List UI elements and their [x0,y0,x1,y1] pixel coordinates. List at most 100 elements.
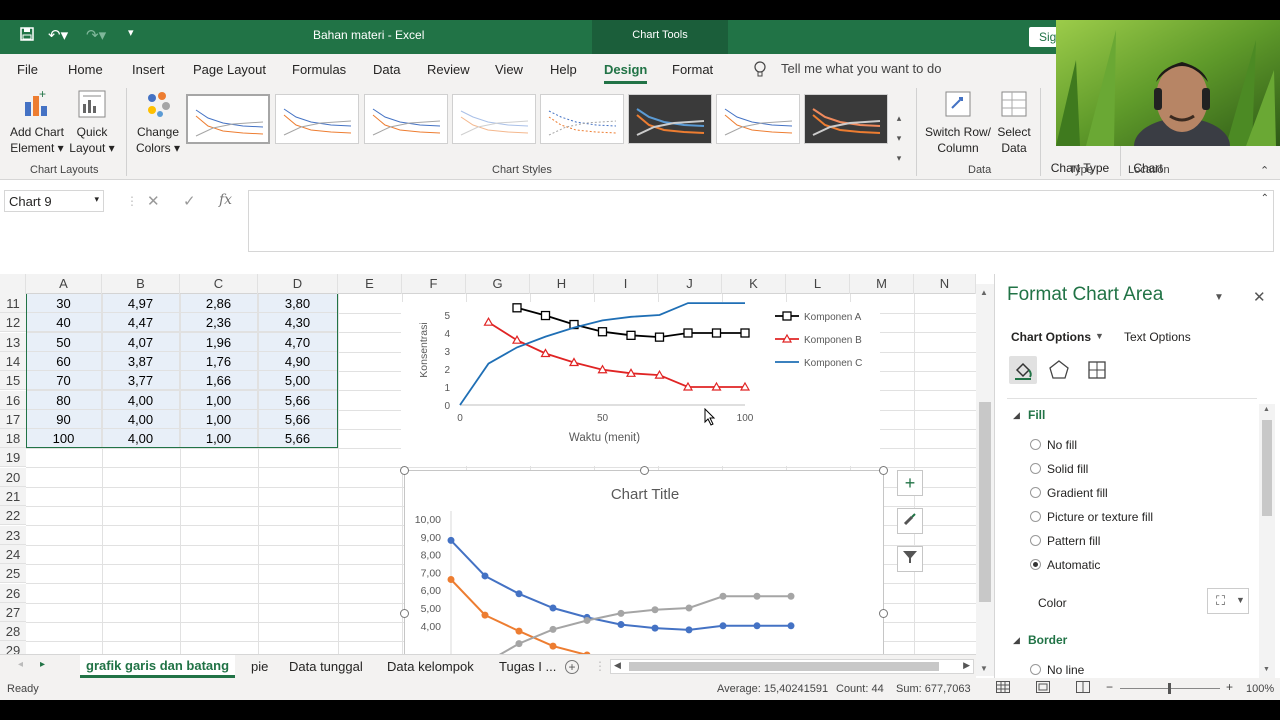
row-header[interactable]: 29 [0,641,26,654]
select-all-corner[interactable] [0,274,26,294]
chart-style-thumbnail[interactable] [716,94,800,144]
column-header-g[interactable]: G [466,274,530,294]
column-header-n[interactable]: N [914,274,976,294]
column-header-b[interactable]: B [102,274,180,294]
row-header[interactable]: 27 [0,602,26,622]
column-header-h[interactable]: H [530,274,594,294]
select-data-button[interactable]: Select Data [994,88,1034,156]
scroll-up-icon[interactable]: ▲ [980,288,988,297]
pane-scrollbar[interactable]: ▲ ▼ [1259,404,1275,678]
tab-data[interactable]: Data [373,62,400,77]
row-header[interactable]: 13 [0,332,26,352]
color-picker-button[interactable]: ⛶ ▼ [1207,588,1249,614]
resize-handle[interactable] [879,466,888,475]
column-header-l[interactable]: L [786,274,850,294]
tab-page-layout[interactable]: Page Layout [193,62,266,77]
effects-tab[interactable] [1047,358,1071,385]
radio-solid-fill[interactable] [1030,463,1041,474]
chart-style-thumbnail[interactable] [452,94,536,144]
fill-line-tab[interactable] [1009,356,1037,384]
next-sheet-icon[interactable]: ▸ [40,659,45,670]
column-header-m[interactable]: M [850,274,914,294]
zoom-in-icon[interactable]: + [1226,680,1233,694]
column-header-d[interactable]: D [258,274,338,294]
tab-review[interactable]: Review [427,62,470,77]
tab-chart-options[interactable]: Chart Options [1011,330,1091,344]
collapse-border-icon[interactable]: ◢ [1013,635,1020,646]
row-header[interactable]: 20 [0,467,26,487]
undo-icon[interactable]: ↶▾ [48,26,68,44]
tab-home[interactable]: Home [68,62,103,77]
zoom-out-icon[interactable]: − [1106,680,1113,694]
close-icon[interactable]: ✕ [1253,288,1266,306]
column-header-c[interactable]: C [180,274,258,294]
worksheet-grid[interactable]: A B C D E F G H I J K L M N 11 30 4,97 2,86… [0,274,976,654]
horizontal-scrollbar[interactable]: ◀ ▶ [610,659,974,674]
switch-row-column-button[interactable]: Switch Row/ Column [922,88,994,156]
column-header-e[interactable]: E [338,274,402,294]
column-header-i[interactable]: I [594,274,658,294]
status-count[interactable]: Count: 44 [836,683,884,695]
border-section-header[interactable]: Border [1028,633,1067,647]
chart-styles-scroll[interactable]: ▴ ▾ ▾ [892,108,906,168]
size-properties-tab[interactable] [1085,358,1109,385]
vertical-scrollbar[interactable]: ▲ ▼ [976,284,994,676]
expand-formula-bar-icon[interactable]: ⌃ [1261,193,1269,204]
quick-layout-button[interactable]: Quick Layout ▾ [68,88,116,156]
save-icon[interactable] [20,27,34,45]
collapse-fill-icon[interactable]: ◢ [1013,410,1020,421]
row-header[interactable]: 23 [0,525,26,545]
chart-style-thumbnail[interactable] [540,94,624,144]
sheet-tab-pie[interactable]: pie [251,659,268,674]
chart-filters-button[interactable] [897,546,923,572]
chart-style-thumbnail[interactable] [628,94,712,144]
row-header[interactable]: 15 [0,371,26,391]
fill-section-header[interactable]: Fill [1028,408,1045,422]
row-header[interactable]: 14 [0,351,26,371]
resize-handle[interactable] [400,466,409,475]
row-header[interactable]: 12 [0,313,26,333]
scrollbar-thumb[interactable] [979,402,991,602]
column-header-f[interactable]: F [402,274,466,294]
row-header[interactable]: 18 [0,429,26,449]
pane-scrollbar-thumb[interactable] [1262,420,1272,516]
column-header-k[interactable]: K [722,274,786,294]
column-header-a[interactable]: A [26,274,102,294]
row-header[interactable]: 22 [0,506,26,526]
radio-no-line[interactable] [1030,664,1041,675]
tab-format[interactable]: Format [672,62,713,77]
customize-quick-access-icon[interactable]: ▾ [128,26,134,39]
row-header[interactable]: 26 [0,583,26,603]
row-header[interactable]: 24 [0,544,26,564]
redo-icon[interactable]: ↷▾ [86,26,106,44]
tab-design[interactable]: Design [604,62,648,84]
row-header[interactable]: 17 [0,409,26,429]
sheet-tab-tugas[interactable]: Tugas I ... [499,659,556,674]
normal-view-icon[interactable] [996,681,1010,696]
page-break-view-icon[interactable] [1076,681,1090,696]
row-header[interactable]: 28 [0,622,26,642]
chart-concentration[interactable]: 0 1 2 3 4 5 0 50 100 Waktu (menit) Konsentrasi Komp… [401,302,880,466]
tab-insert[interactable]: Insert [132,62,165,77]
chart-9-selected[interactable]: Chart Title2,004,005,006,007,008,009,001… [404,470,884,654]
scroll-left-icon[interactable]: ◀ [614,660,621,671]
scroll-up-icon[interactable]: ▲ [1263,406,1270,413]
tab-view[interactable]: View [495,62,523,77]
status-average[interactable]: Average: 15,40241591 [717,683,828,695]
scroll-down-icon[interactable]: ▼ [1263,666,1270,673]
radio-automatic[interactable] [1030,559,1041,570]
row-header[interactable]: 19 [0,448,26,468]
pane-options-icon[interactable]: ▼ [1214,292,1224,303]
chart-style-thumbnail[interactable] [804,94,888,144]
add-chart-element-button[interactable]: + Add Chart Element ▾ [6,87,68,156]
resize-handle[interactable] [879,609,888,618]
new-sheet-button[interactable]: + [565,660,579,674]
tab-file[interactable]: File [17,62,38,77]
prev-sheet-icon[interactable]: ◂ [18,659,23,670]
sheet-tab-data-tunggal[interactable]: Data tunggal [289,659,363,674]
zoom-slider-thumb[interactable] [1168,683,1171,694]
radio-no-fill[interactable] [1030,439,1041,450]
cancel-icon[interactable]: ✕ [147,192,160,210]
radio-picture-fill[interactable] [1030,511,1041,522]
chart-styles-button[interactable] [897,508,923,534]
